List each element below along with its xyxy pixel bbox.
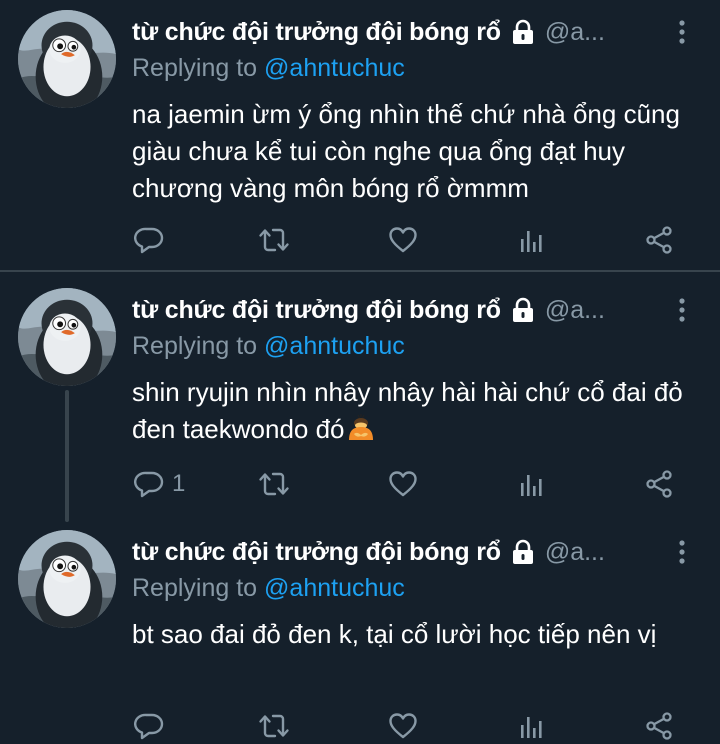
tweet-text-wrap: shin ryujin nhìn nhây nhây hài hài chứ c… [132, 374, 702, 448]
tweet-text: bt sao đai đỏ đen k, tại cổ lười học tiế… [132, 619, 657, 649]
display-name[interactable]: từ chức đội trưởng đội bóng rổ [132, 538, 501, 567]
tweet-text: na jaemin ừm ý ổng nhìn thế chứ nhà ổng … [132, 99, 680, 203]
analytics-button[interactable] [518, 466, 546, 502]
penguin-avatar-icon [18, 288, 116, 386]
avatar[interactable] [18, 10, 116, 108]
like-icon [388, 225, 418, 255]
share-button[interactable] [644, 222, 674, 258]
tweet-1[interactable]: từ chức đội trưởng đội bóng rổ @a... Rep… [0, 0, 720, 272]
share-icon [644, 469, 674, 499]
analytics-icon [518, 469, 546, 499]
like-icon [388, 711, 418, 741]
more-icon[interactable] [672, 538, 692, 566]
share-icon [644, 711, 674, 741]
penguin-avatar-icon [18, 530, 116, 628]
tweet-2[interactable]: từ chức đội trưởng đội bóng rổ @a... Rep… [0, 272, 720, 522]
reply-icon [134, 711, 164, 741]
replying-prefix: Replying to [132, 332, 258, 360]
replying-to: Replying to @ahntuchuc [132, 332, 405, 361]
avatar[interactable] [18, 288, 116, 386]
display-name[interactable]: từ chức đội trưởng đội bóng rổ [132, 296, 501, 325]
tweet-text: shin ryujin nhìn nhây nhây hài hài chứ c… [132, 377, 683, 444]
reply-icon [134, 469, 164, 499]
mention-link[interactable]: @ahntuchuc [264, 332, 405, 360]
display-name[interactable]: từ chức đội trưởng đội bóng rổ [132, 18, 501, 47]
replying-prefix: Replying to [132, 54, 258, 82]
user-handle[interactable]: @a... [545, 18, 605, 47]
action-bar [132, 708, 692, 744]
mention-link[interactable]: @ahntuchuc [264, 574, 405, 602]
user-handle[interactable]: @a... [545, 296, 605, 325]
tweet-header: từ chức đội trưởng đội bóng rổ @a... [132, 14, 692, 50]
tweet-header: từ chức đội trưởng đội bóng rổ @a... [132, 292, 692, 328]
reply-icon [134, 225, 164, 255]
retweet-button[interactable] [258, 708, 290, 744]
mention-link[interactable]: @ahntuchuc [264, 54, 405, 82]
tweet-3[interactable]: từ chức đội trưởng đội bóng rổ @a... Rep… [0, 522, 720, 744]
like-button[interactable] [388, 466, 418, 502]
lock-icon [511, 19, 535, 45]
lock-icon [511, 539, 535, 565]
analytics-button[interactable] [518, 222, 546, 258]
replying-prefix: Replying to [132, 574, 258, 602]
user-handle[interactable]: @a... [545, 538, 605, 567]
action-bar [132, 222, 692, 258]
more-icon[interactable] [672, 18, 692, 46]
analytics-icon [518, 225, 546, 255]
person-bowing-emoji-icon [348, 414, 373, 440]
replying-to: Replying to @ahntuchuc [132, 54, 405, 83]
reply-button[interactable]: 1 [134, 466, 185, 502]
thread-line [65, 390, 69, 522]
reply-count: 1 [172, 470, 186, 497]
like-icon [388, 469, 418, 499]
retweet-button[interactable] [258, 466, 290, 502]
share-button[interactable] [644, 466, 674, 502]
retweet-icon [258, 711, 290, 741]
replying-to: Replying to @ahntuchuc [132, 574, 405, 603]
share-icon [644, 225, 674, 255]
lock-icon [511, 297, 535, 323]
more-icon[interactable] [672, 296, 692, 324]
penguin-avatar-icon [18, 10, 116, 108]
tweet-header: từ chức đội trưởng đội bóng rổ @a... [132, 534, 692, 570]
action-bar: 1 [132, 466, 692, 502]
like-button[interactable] [388, 222, 418, 258]
avatar[interactable] [18, 530, 116, 628]
analytics-icon [518, 711, 546, 741]
retweet-icon [258, 469, 290, 499]
reply-button[interactable] [134, 708, 172, 744]
share-button[interactable] [644, 708, 674, 744]
analytics-button[interactable] [518, 708, 546, 744]
reply-button[interactable] [134, 222, 172, 258]
like-button[interactable] [388, 708, 418, 744]
retweet-button[interactable] [258, 222, 290, 258]
retweet-icon [258, 225, 290, 255]
